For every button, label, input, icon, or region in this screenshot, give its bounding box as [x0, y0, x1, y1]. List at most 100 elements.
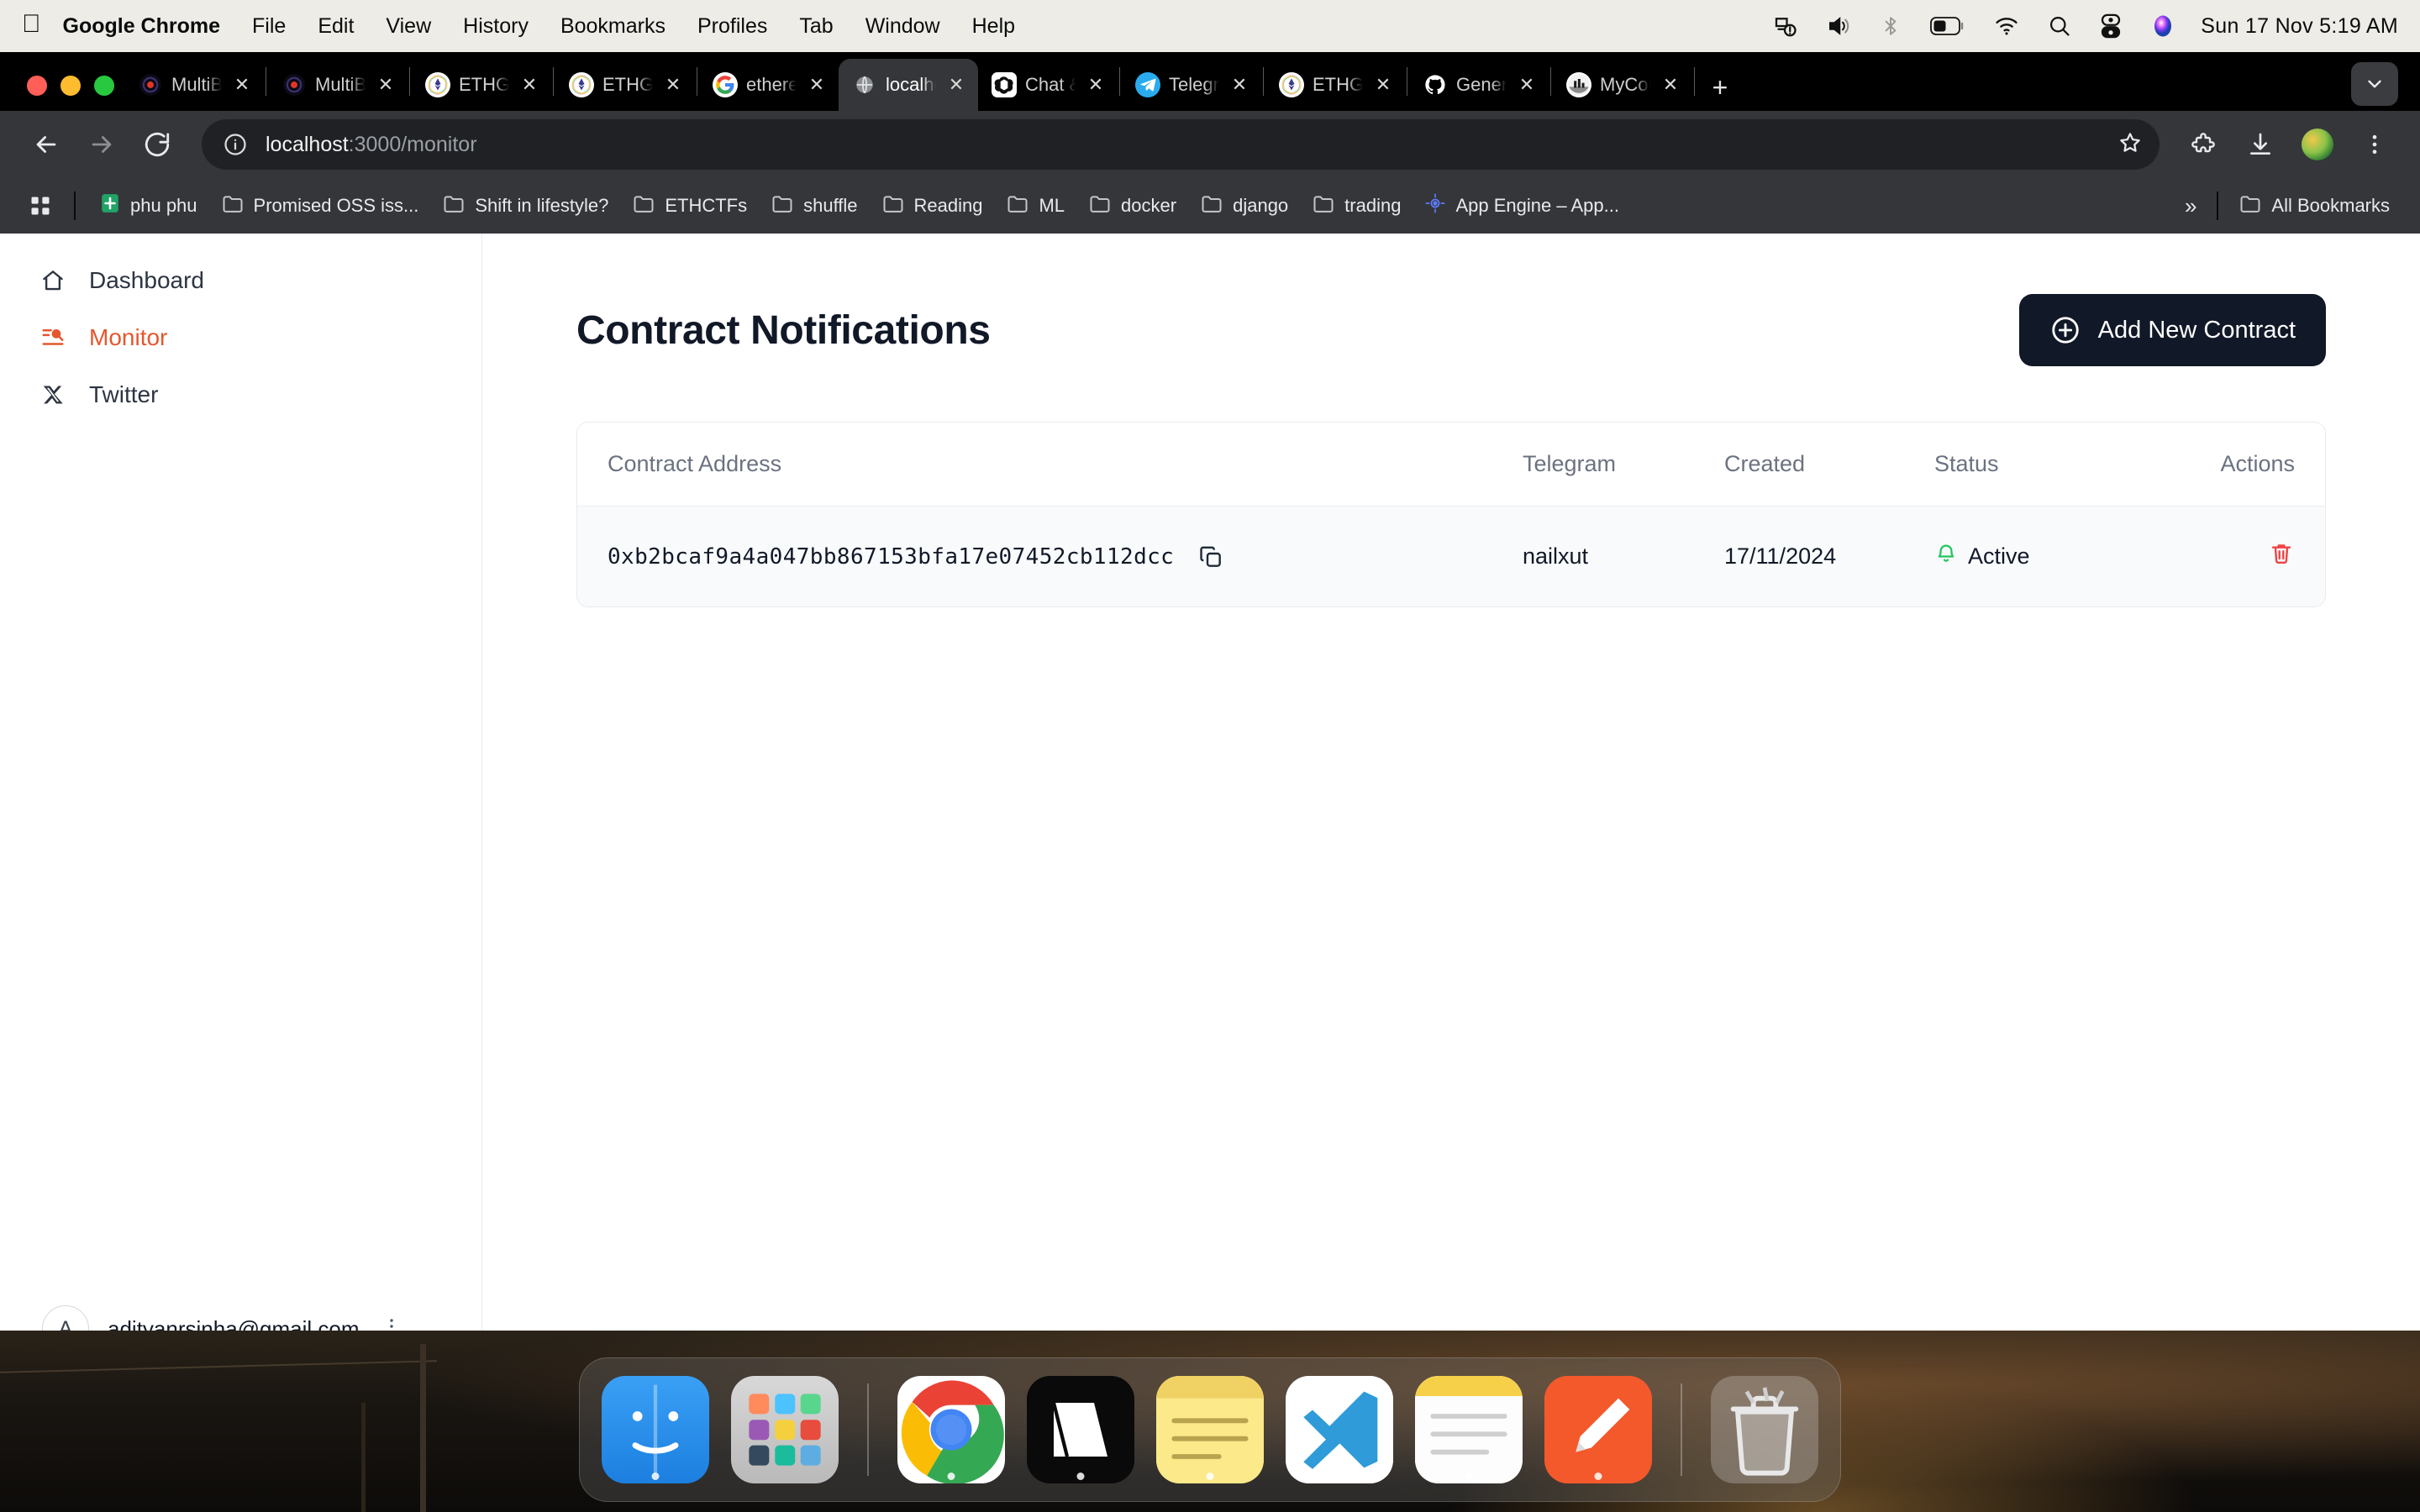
menu-bar-clock[interactable]: Sun 17 Nov 5:19 AM — [2201, 14, 2398, 39]
menu-item-view[interactable]: View — [386, 14, 431, 39]
tab-github[interactable]: Genera ✕ — [1409, 59, 1549, 111]
bookmarks-overflow-button[interactable]: » — [2175, 186, 2207, 226]
trash-icon[interactable] — [2268, 540, 2295, 567]
close-tab-icon[interactable]: ✕ — [518, 73, 541, 97]
sidebar-item-dashboard[interactable]: Dashboard — [0, 252, 481, 309]
apps-grid-icon[interactable] — [20, 187, 60, 224]
tab-multibaas-1[interactable]: MultiBa ✕ — [124, 59, 264, 111]
dock-item-stickies[interactable] — [1415, 1376, 1523, 1483]
cell-created: 17/11/2024 — [1724, 506, 1934, 606]
all-bookmarks-button[interactable]: All Bookmarks — [2228, 185, 2400, 227]
bookmark-trading[interactable]: trading — [1302, 185, 1411, 227]
cell-actions — [2144, 506, 2325, 606]
siri-icon[interactable] — [2150, 13, 2175, 39]
close-tab-icon[interactable]: ✕ — [661, 73, 685, 97]
tab-ethereum[interactable]: ethereu ✕ — [699, 59, 839, 111]
bookmark-ml[interactable]: ML — [996, 185, 1075, 227]
menu-item-help[interactable]: Help — [972, 14, 1015, 39]
bookmark-label: Reading — [913, 195, 983, 216]
close-tab-icon[interactable]: ✕ — [1659, 73, 1682, 97]
add-new-contract-button[interactable]: Add New Contract — [2018, 294, 2326, 366]
chrome-window: MultiBa ✕ MultiBa ✕ ETHGlo ✕ ETHGlo ✕ — [0, 52, 2420, 1512]
bookmark-phu-phu[interactable]: phu phu — [89, 186, 208, 226]
folder-icon — [1200, 192, 1223, 220]
status-text: Active — [1968, 543, 2030, 569]
url-text: localhost:3000/monitor — [266, 133, 477, 157]
close-window-button[interactable] — [27, 76, 47, 96]
cell-contract-address: 0xb2bcaf9a4a047bb867153bfa17e07452cb112d… — [577, 506, 1523, 606]
wifi-icon[interactable] — [1994, 16, 2019, 36]
back-arrow-icon[interactable] — [22, 120, 71, 169]
bookmark-app-engine[interactable]: App Engine – App... — [1414, 186, 1629, 226]
address-bar[interactable]: localhost:3000/monitor — [202, 119, 2160, 170]
apple-logo-icon[interactable]:  — [22, 12, 41, 37]
bookmark-shuffle[interactable]: shuffle — [760, 185, 867, 227]
copy-icon[interactable] — [1197, 543, 1224, 570]
forward-arrow-icon[interactable] — [77, 120, 126, 169]
maximize-window-button[interactable] — [94, 76, 114, 96]
profile-avatar[interactable] — [2294, 121, 2341, 168]
menu-item-bookmarks[interactable]: Bookmarks — [560, 14, 666, 39]
tab-chatgpt[interactable]: Chat & ✕ — [978, 59, 1118, 111]
dock-item-notes[interactable] — [1156, 1376, 1264, 1483]
close-tab-icon[interactable]: ✕ — [1371, 73, 1395, 97]
tab-ethglobal-1[interactable]: ETHGlo ✕ — [412, 59, 551, 111]
close-tab-icon[interactable]: ✕ — [944, 73, 968, 97]
tab-mycontract[interactable]: MyCon ✕ — [1553, 59, 1692, 111]
tab-localhost-active[interactable]: localho ✕ — [839, 59, 978, 111]
bookmark-shift-in-lifestyle[interactable]: Shift in lifestyle? — [432, 185, 618, 227]
downloads-icon[interactable] — [2237, 121, 2284, 168]
sidebar-item-twitter[interactable]: Twitter — [0, 366, 481, 423]
info-circle-icon[interactable] — [218, 128, 252, 161]
menu-item-profiles[interactable]: Profiles — [697, 14, 767, 39]
bookmark-django[interactable]: django — [1190, 185, 1298, 227]
extensions-icon[interactable] — [2180, 121, 2227, 168]
dock-item-finder[interactable] — [602, 1376, 709, 1483]
bluetooth-icon[interactable] — [1880, 13, 1902, 39]
address-with-copy: 0xb2bcaf9a4a047bb867153bfa17e07452cb112d… — [608, 543, 1523, 570]
spotlight-search-icon[interactable] — [2048, 14, 2071, 38]
tab-multibaas-2[interactable]: MultiBa ✕ — [268, 59, 408, 111]
appengine-icon — [1424, 192, 1446, 219]
menu-item-file[interactable]: File — [252, 14, 286, 39]
three-dot-menu-icon[interactable] — [2351, 121, 2398, 168]
dock-item-trash[interactable] — [1711, 1376, 1818, 1483]
menu-item-history[interactable]: History — [463, 14, 529, 39]
tab-telegram[interactable]: Telegra ✕ — [1122, 59, 1261, 111]
bookmark-promised-oss[interactable]: Promised OSS iss... — [211, 185, 429, 227]
close-tab-icon[interactable]: ✕ — [230, 73, 254, 97]
bookmark-reading[interactable]: Reading — [871, 185, 993, 227]
close-tab-icon[interactable]: ✕ — [1084, 73, 1107, 97]
menu-item-google-chrome[interactable]: Google Chrome — [63, 14, 221, 39]
dock-item-terminal[interactable] — [1027, 1376, 1134, 1483]
volume-icon[interactable] — [1826, 13, 1851, 39]
tab-ethglobal-3[interactable]: ETHGlo ✕ — [1265, 59, 1405, 111]
screen-mirror-icon[interactable] — [1772, 13, 1797, 39]
close-tab-icon[interactable]: ✕ — [1515, 73, 1539, 97]
battery-icon[interactable] — [1930, 16, 1965, 36]
bookmark-ethctfs[interactable]: ETHCTFs — [622, 185, 757, 227]
dock-item-google-chrome[interactable] — [897, 1376, 1005, 1483]
bookmark-docker[interactable]: docker — [1078, 185, 1186, 227]
new-tab-button[interactable]: + — [1697, 64, 1744, 111]
sidebar-item-label: Twitter — [89, 381, 159, 407]
close-tab-icon[interactable]: ✕ — [374, 73, 397, 97]
wallpaper-pole-2 — [361, 1403, 366, 1512]
menu-item-window[interactable]: Window — [865, 14, 940, 39]
dock-item-preview[interactable] — [1544, 1376, 1652, 1483]
close-tab-icon[interactable]: ✕ — [1228, 73, 1251, 97]
close-tab-icon[interactable]: ✕ — [805, 73, 829, 97]
menu-item-tab[interactable]: Tab — [799, 14, 833, 39]
dock-item-launchpad[interactable] — [731, 1376, 839, 1483]
menu-item-edit[interactable]: Edit — [318, 14, 354, 39]
minimize-window-button[interactable] — [60, 76, 81, 96]
chevron-down-icon[interactable] — [2351, 62, 2398, 106]
reload-icon[interactable] — [133, 120, 182, 169]
control-center-icon[interactable] — [2100, 13, 2122, 39]
tab-ethglobal-2[interactable]: ETHGlo ✕ — [555, 59, 695, 111]
dock-item-visual-studio-code[interactable] — [1286, 1376, 1393, 1483]
star-icon[interactable] — [2118, 130, 2143, 160]
bookmarks-separator — [2217, 192, 2219, 220]
sidebar-item-monitor[interactable]: Monitor — [0, 309, 481, 366]
bell-icon — [1934, 542, 1958, 571]
